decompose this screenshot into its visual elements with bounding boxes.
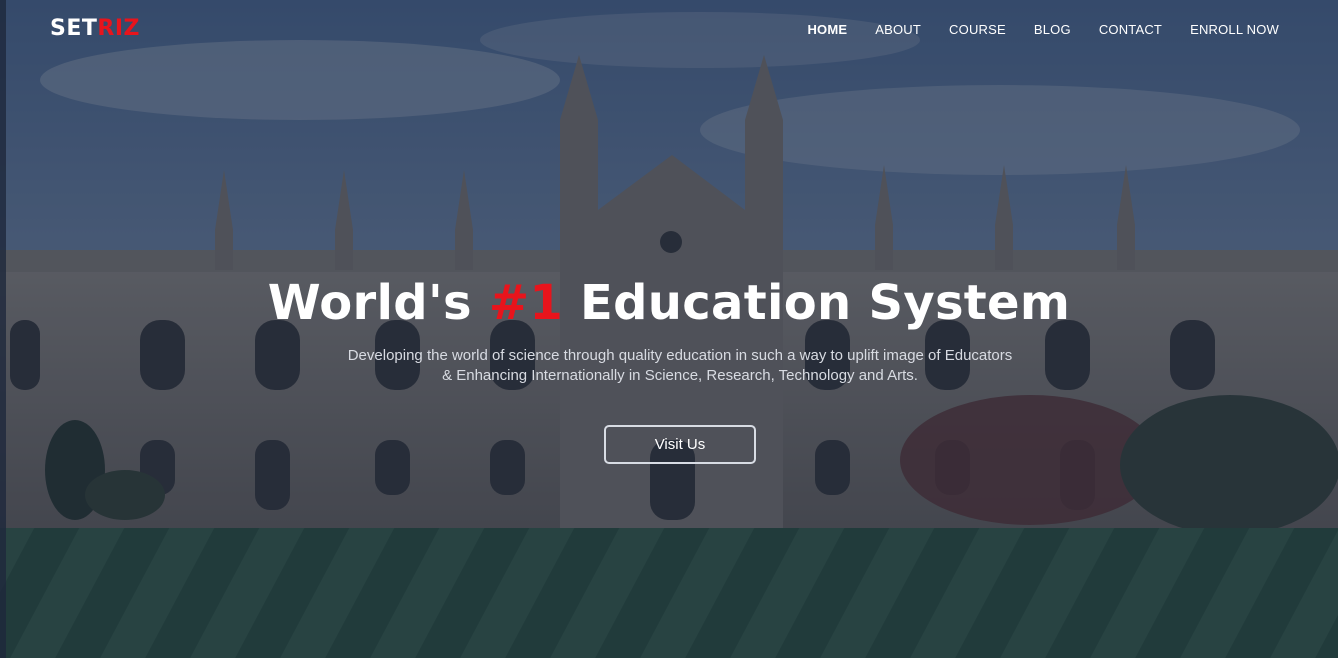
- nav-menu: HOME ABOUT COURSE BLOG CONTACT ENROLL NO…: [807, 22, 1279, 37]
- nav-item-blog[interactable]: BLOG: [1034, 22, 1071, 37]
- logo-part-1: SET: [50, 16, 98, 41]
- navbar: SETRIZ HOME ABOUT COURSE BLOG CONTACT EN…: [0, 0, 1338, 60]
- nav-item-about[interactable]: ABOUT: [875, 22, 921, 37]
- hero-subtitle-line-2: & Enhancing Internationally in Science, …: [442, 367, 918, 384]
- hero-title-after: Education System: [563, 275, 1071, 331]
- hero-title-before: World's: [267, 275, 489, 331]
- visit-us-button[interactable]: Visit Us: [604, 425, 756, 464]
- hero-subtitle-line-1: Developing the world of science through …: [347, 347, 1013, 364]
- hero-title: World's #1 Education System: [0, 275, 1338, 331]
- hero-subtitle: Developing the world of science through …: [300, 346, 1060, 386]
- nav-item-home[interactable]: HOME: [807, 22, 847, 37]
- nav-item-contact[interactable]: CONTACT: [1099, 22, 1162, 37]
- hero-title-highlight: #1: [488, 275, 564, 331]
- logo-part-2: RIZ: [97, 16, 140, 41]
- nav-item-course[interactable]: COURSE: [949, 22, 1006, 37]
- brand-logo[interactable]: SETRIZ: [50, 16, 140, 41]
- nav-item-enroll-now[interactable]: ENROLL NOW: [1190, 22, 1279, 37]
